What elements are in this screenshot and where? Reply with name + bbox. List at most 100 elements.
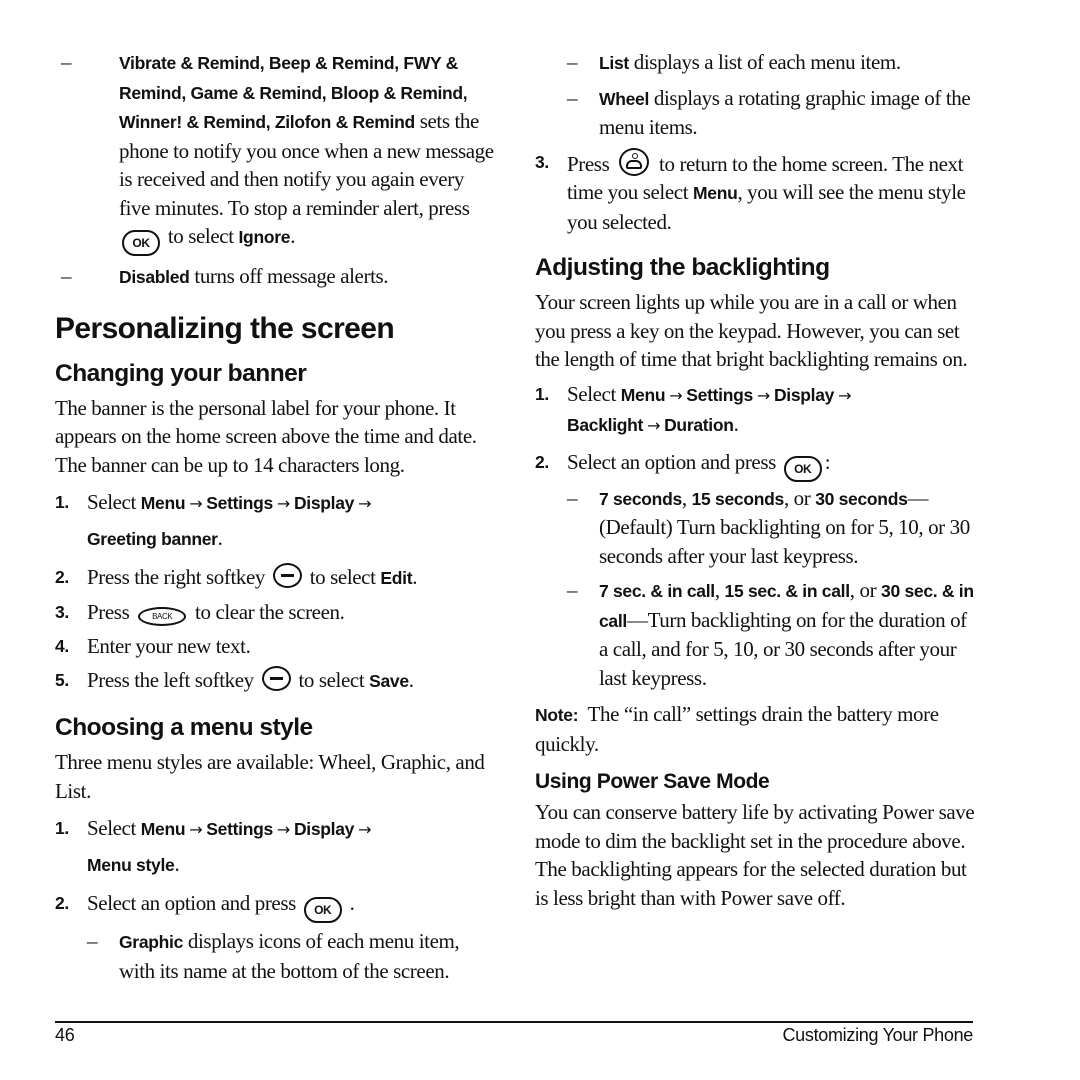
colon: : — [824, 449, 831, 474]
period: . — [412, 565, 418, 589]
menu-style-step-2: 2. Select an option and press OK . — [55, 886, 495, 923]
right-softkey-icon — [272, 563, 302, 588]
menu-path-backlight: Backlight — [567, 415, 644, 435]
ok-key-icon: OK — [783, 455, 822, 482]
end-key-icon — [619, 147, 650, 176]
arrow-icon: → — [647, 416, 661, 435]
arrow-icon: → — [669, 385, 683, 405]
step-text: Press — [87, 600, 135, 624]
in-call-description: —Turn backlighting on for the duration o… — [599, 607, 967, 690]
menu-label: Menu — [692, 183, 738, 203]
period: . — [174, 852, 180, 876]
arrow-icon: → — [189, 494, 203, 513]
menu-option-graphic: – Graphic displays icons of each menu it… — [55, 927, 495, 985]
step-number: 2. — [55, 567, 69, 587]
step-text: to clear the screen. — [190, 600, 345, 624]
right-column: – List displays a list of each menu item… — [535, 48, 975, 912]
option-15-sec-in-call: 15 sec. & in call — [724, 581, 851, 601]
arrow-icon: → — [276, 494, 290, 513]
step-number: 1. — [535, 383, 549, 404]
option-30-seconds: 30 seconds — [815, 488, 908, 509]
step-number: 5. — [55, 670, 69, 690]
step-text: Select — [87, 816, 141, 840]
arrow-icon: → — [358, 820, 372, 839]
period: . — [290, 224, 296, 248]
menu-path-display: Display — [293, 819, 355, 839]
menu-path-display: Display — [773, 384, 835, 405]
menu-path-menu: Menu — [620, 384, 666, 405]
menu-path-greeting-banner: Greeting banner — [87, 529, 218, 549]
footer-divider — [55, 1021, 973, 1023]
dash-bullet: – — [567, 485, 578, 510]
separator: , or — [783, 485, 816, 510]
back-key-icon: BACK — [138, 607, 187, 626]
menu-option-list: – List displays a list of each menu item… — [535, 48, 975, 78]
separator: , or — [849, 578, 882, 602]
separator: , — [714, 578, 725, 602]
dash-bullet: – — [61, 50, 72, 74]
banner-step-1: 1. Select Menu → Settings → Display → Greeting… — [55, 485, 495, 556]
step-number: 4. — [55, 636, 69, 656]
option-7-sec-in-call: 7 sec. & in call — [599, 581, 715, 601]
option-7-seconds: 7 seconds — [599, 488, 682, 509]
menu-path-menu: Menu — [140, 819, 186, 839]
backlight-option-in-call: – 7 sec. & in call, 15 sec. & in call, o… — [535, 576, 975, 692]
menu-style-step-3: 3. Press to return to the home screen. T… — [535, 147, 975, 237]
banner-step-5: 5. Press the left softkey to select Save… — [55, 663, 495, 698]
backlight-heading: Adjusting the backlighting — [535, 254, 830, 281]
menu-style-intro: Three menu styles are available: Wheel, … — [55, 750, 485, 803]
dash-bullet: – — [567, 578, 578, 602]
menu-path-menu-style: Menu style — [87, 855, 175, 875]
step-text: Press the left softkey — [87, 668, 259, 692]
edit-label: Edit — [380, 568, 413, 588]
disabled-description: turns off message alerts. — [189, 264, 389, 288]
period: . — [344, 891, 355, 915]
chapter-title: Customizing Your Phone — [782, 1025, 973, 1045]
dash-bullet: – — [567, 50, 578, 74]
step-number: 3. — [55, 602, 69, 622]
battery-note: Note: The “in call” settings drain the b… — [535, 700, 975, 758]
step-number: 1. — [55, 492, 69, 512]
separator: , — [681, 485, 692, 510]
option-15-seconds: 15 seconds — [691, 488, 785, 509]
note-label: Note: — [535, 705, 579, 725]
step-text: to select — [304, 565, 381, 589]
step-number: 2. — [535, 451, 549, 472]
ok-key-icon: OK — [122, 230, 160, 256]
power-save-text: You can conserve battery life by activat… — [535, 800, 975, 910]
period: . — [733, 412, 739, 436]
step-text: Press — [567, 151, 615, 176]
power-save-heading: Using Power Save Mode — [535, 770, 770, 793]
step-text: Press the right softkey — [87, 565, 270, 589]
graphic-label: Graphic — [119, 932, 184, 952]
backlight-step-1: 1. Select Menu → Settings → Display → Backligh… — [535, 380, 975, 441]
left-column: – Vibrate & Remind, Beep & Remind, FWY &… — [55, 48, 495, 985]
menu-path-display: Display — [293, 493, 355, 513]
banner-step-4: 4. Enter your new text. — [55, 629, 495, 663]
menu-option-wheel: – Wheel displays a rotating graphic imag… — [535, 84, 975, 142]
wheel-description: displays a rotating graphic image of the… — [599, 85, 971, 140]
dash-bullet: – — [567, 85, 578, 110]
menu-style-step-1: 1. Select Menu → Settings → Display → Menu sty… — [55, 811, 495, 882]
dash-bullet: – — [87, 929, 98, 953]
save-label: Save — [369, 671, 409, 691]
menu-path-settings: Settings — [686, 384, 753, 405]
remind-description-2: to select — [163, 224, 239, 248]
arrow-icon: → — [838, 385, 852, 405]
arrow-icon: → — [189, 820, 203, 839]
arrow-icon: → — [276, 820, 290, 839]
section-title: Personalizing the screen — [55, 311, 395, 345]
note-text: The “in call” settings drain the battery… — [535, 702, 944, 756]
disabled-label: Disabled — [119, 267, 190, 287]
backlight-intro: Your screen lights up while you are in a… — [535, 290, 968, 371]
period: . — [217, 526, 223, 550]
list-description: displays a list of each menu item. — [628, 50, 901, 74]
ignore-label: Ignore — [238, 227, 291, 247]
banner-intro: The banner is the personal label for you… — [55, 395, 477, 477]
backlight-step-2: 2. Select an option and press OK: — [535, 445, 975, 482]
ok-key-icon: OK — [303, 897, 342, 923]
step-number: 3. — [535, 151, 549, 172]
page-number: 46 — [55, 1025, 75, 1045]
step-text: to select — [293, 668, 370, 692]
dash-bullet: – — [61, 264, 72, 288]
